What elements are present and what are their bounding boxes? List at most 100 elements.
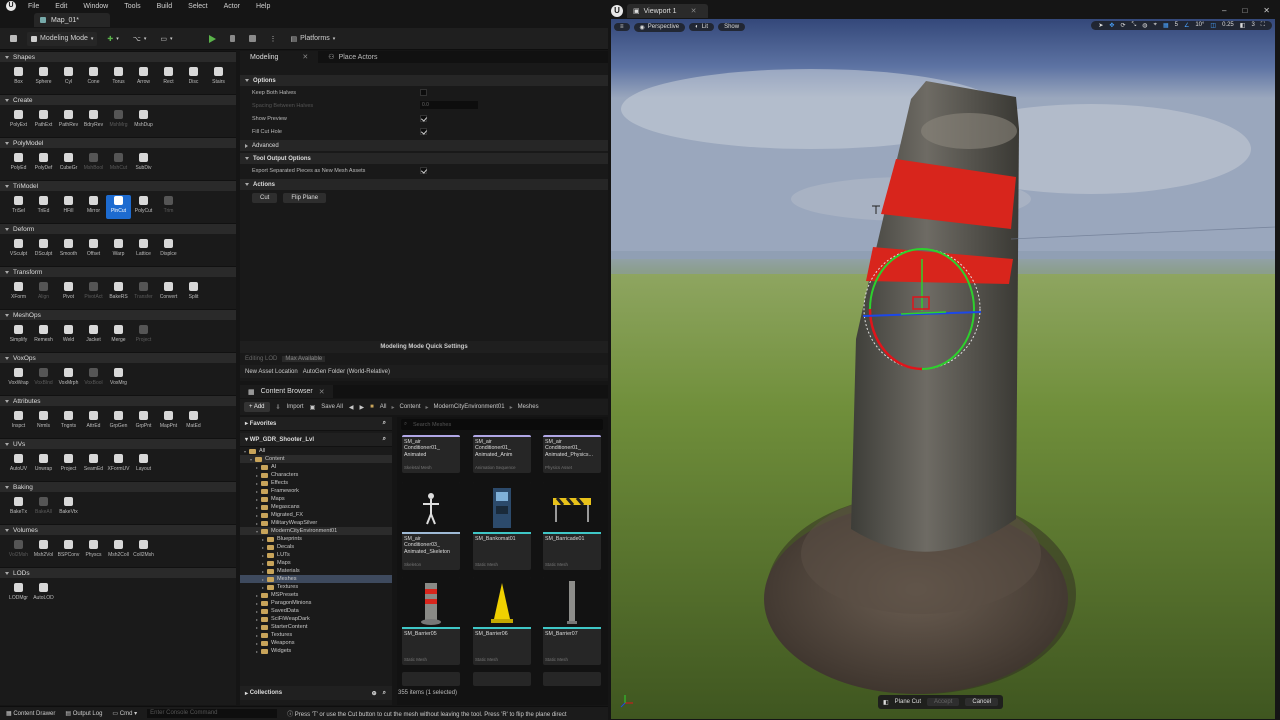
tool-hfill[interactable]: HFill <box>56 195 81 219</box>
asset-tile[interactable]: SM_air Conditioner01_ Animated Skeletal M… <box>402 435 460 473</box>
tool-weld[interactable]: Weld <box>56 324 81 348</box>
folder-tree-item[interactable]: ▸ LUTs <box>240 551 392 559</box>
console-input[interactable]: Enter Console Command <box>147 709 278 718</box>
grid-snap-icon[interactable]: ▦ <box>1161 22 1171 29</box>
menu-item-edit[interactable]: Edit <box>47 3 75 10</box>
tool-mshdup[interactable]: MshDup <box>131 109 156 133</box>
tool-dsculpt[interactable]: DSculpt <box>31 238 56 262</box>
tool-torus[interactable]: Torus <box>106 66 131 90</box>
camera-speed-icon[interactable]: ◧ <box>1238 22 1248 29</box>
tool-mirror[interactable]: Mirror <box>81 195 106 219</box>
search-icon[interactable]: ⌕ <box>383 690 386 697</box>
history-back-icon[interactable]: ◀ <box>349 404 354 411</box>
palette-category-voxops[interactable]: VoxOps <box>0 352 236 363</box>
palette-category-uvs[interactable]: UVs <box>0 438 236 449</box>
tool-pathrev[interactable]: PathRev <box>56 109 81 133</box>
tool-pivotact[interactable]: PivotAct <box>81 281 106 305</box>
palette-category-polymodel[interactable]: PolyModel <box>0 137 236 148</box>
history-forward-icon[interactable]: ▶ <box>360 404 365 411</box>
option-checkbox[interactable] <box>420 128 427 135</box>
content-drawer-button[interactable]: ▦ Content Drawer <box>6 710 55 717</box>
tool-transfer[interactable]: Transfer <box>131 281 156 305</box>
palette-category-deform[interactable]: Deform <box>0 223 236 234</box>
scale-icon[interactable]: ⤡ <box>1129 22 1138 29</box>
tool-cone[interactable]: Cone <box>81 66 106 90</box>
tool-displce[interactable]: Displce <box>156 238 181 262</box>
folder-tree-item[interactable]: ▸ Decals <box>240 543 392 551</box>
project-header[interactable]: ▾ WP_GDR_Shooter_Lvl ⌕ <box>240 433 392 447</box>
tool-subdiv[interactable]: SubDiv <box>131 152 156 176</box>
folder-tree-item[interactable]: ▸ SavedData <box>240 607 392 615</box>
tool-lodmgr[interactable]: LODMgr <box>6 582 31 606</box>
actions-section[interactable]: Actions <box>240 179 608 190</box>
tool-pivot[interactable]: Pivot <box>56 281 81 305</box>
option-checkbox[interactable] <box>420 115 427 122</box>
folder-tree-item[interactable]: ▸ Effects <box>240 479 392 487</box>
tool-layout[interactable]: Layout <box>131 453 156 477</box>
breadcrumb-item[interactable]: ModernCityEnvironment01 <box>434 404 505 410</box>
close-icon[interactable]: ✕ <box>691 7 697 15</box>
tool-arrow[interactable]: Arrow <box>131 66 156 90</box>
tool-offset[interactable]: Offset <box>81 238 106 262</box>
tool-cyl[interactable]: Cyl <box>56 66 81 90</box>
menu-item-tools[interactable]: Tools <box>116 3 148 10</box>
close-window-icon[interactable]: ✕ <box>1263 6 1270 15</box>
asset-tile[interactable]: SM_air Conditioner01_ Animated_Anim Anima… <box>473 435 531 473</box>
tool-output-section[interactable]: Tool Output Options <box>240 153 608 164</box>
tool-bakers[interactable]: BakeRS <box>106 281 131 305</box>
stop-button[interactable] <box>245 32 260 46</box>
asset-tile[interactable]: SM_Barricade01 Static Mesh <box>543 482 601 570</box>
tool-grpgen[interactable]: GrpGen <box>106 410 131 434</box>
asset-tile[interactable]: SM_Barrier05 Static Mesh <box>402 577 460 665</box>
tool-baketx[interactable]: BakeTx <box>6 496 31 520</box>
menu-item-window[interactable]: Window <box>75 3 116 10</box>
folder-tree-item[interactable]: ▸ Characters <box>240 471 392 479</box>
menu-item-actor[interactable]: Actor <box>216 3 248 10</box>
advanced-section[interactable]: Advanced <box>240 140 608 151</box>
tool-mappnt[interactable]: MapPnt <box>156 410 181 434</box>
show-button[interactable]: Show <box>718 23 746 31</box>
import-button[interactable]: Import <box>287 404 304 410</box>
tool-lattice[interactable]: Lattice <box>131 238 156 262</box>
folder-tree-item[interactable]: ▸ Blueprints <box>240 535 392 543</box>
save-icon[interactable] <box>6 32 21 46</box>
tool-bakevtx[interactable]: BakeVtx <box>56 496 81 520</box>
tool-project[interactable]: Project <box>56 453 81 477</box>
folder-tree-item[interactable]: ▸ MilitaryWeapSilver <box>240 519 392 527</box>
tool-disc[interactable]: Disc <box>181 66 206 90</box>
grid-snap-value[interactable]: 5 <box>1173 22 1180 29</box>
menu-item-file[interactable]: File <box>20 3 47 10</box>
blueprint-button[interactable]: ⌥ ▾ <box>129 32 151 46</box>
export-pieces-checkbox[interactable] <box>420 167 427 174</box>
folder-tree-item[interactable]: ▸ Maps <box>240 559 392 567</box>
add-actor-button[interactable]: ✚ ▾ <box>103 32 122 46</box>
tool-nrmls[interactable]: Nrmls <box>31 410 56 434</box>
cinematics-button[interactable]: ▭ ▾ <box>156 32 176 46</box>
play-button[interactable] <box>205 32 220 46</box>
perspective-button[interactable]: ◉ Perspective <box>633 22 686 32</box>
tool-coll2msh[interactable]: Coll2Msh <box>131 539 156 563</box>
asset-tile[interactable]: SM_Bankomat01 Static Mesh <box>473 482 531 570</box>
save-all-button[interactable]: Save All <box>321 404 343 410</box>
tool-polyext[interactable]: PolyExt <box>6 109 31 133</box>
folder-tree-item[interactable]: ▸ Framework <box>240 487 392 495</box>
palette-category-shapes[interactable]: Shapes <box>0 51 236 62</box>
options-section[interactable]: Options <box>240 75 608 86</box>
tool-xform[interactable]: XForm <box>6 281 31 305</box>
tool-merge[interactable]: Merge <box>106 324 131 348</box>
camera-speed-value[interactable]: 3 <box>1249 22 1256 29</box>
viewport-tab[interactable]: ▣ Viewport 1 ✕ <box>627 4 709 18</box>
folder-tree-item[interactable]: ▸ Megascans <box>240 503 392 511</box>
close-icon[interactable]: ✕ <box>302 53 308 61</box>
tool-plncut[interactable]: PlnCut <box>106 195 131 219</box>
tool-remesh[interactable]: Remesh <box>31 324 56 348</box>
tool-convert[interactable]: Convert <box>156 281 181 305</box>
accept-button[interactable]: Accept <box>927 698 960 706</box>
tool-bakeall[interactable]: BakeAll <box>31 496 56 520</box>
folder-tree-item[interactable]: ▸ Weapons <box>240 639 392 647</box>
map-tab[interactable]: Map_01* <box>34 13 110 27</box>
search-input[interactable]: ⌕ Search Meshes <box>401 419 603 430</box>
tool-stairs[interactable]: Stairs <box>206 66 231 90</box>
folder-tree-item[interactable]: ▸ Maps <box>240 495 392 503</box>
tool-voxwrap[interactable]: VoxWrap <box>6 367 31 391</box>
